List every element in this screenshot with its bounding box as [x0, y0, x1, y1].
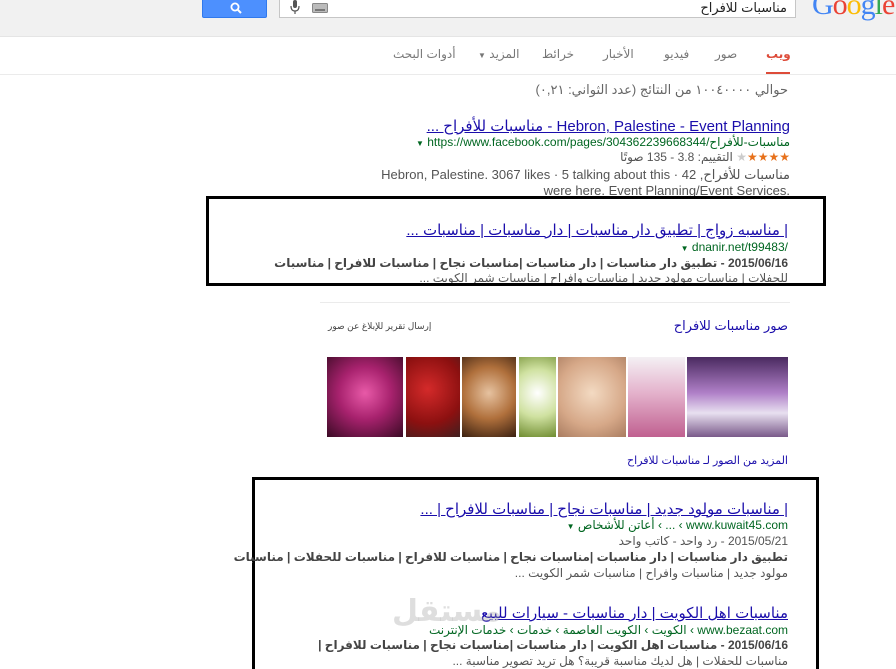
result-stats: حوالي ١٠٠٤٠٠٠٠ من النتائج (عدد الثواني: …	[535, 82, 788, 97]
result-3-date: 2015/05/21 - رد واحد - كاتب واحد	[618, 534, 788, 548]
tab-videos[interactable]: فيديو	[664, 47, 689, 61]
tab-search-tools[interactable]: أدوات البحث	[393, 47, 456, 61]
image-thumb-7[interactable]	[687, 357, 788, 437]
image-thumb-6[interactable]	[628, 357, 685, 437]
microphone-icon[interactable]	[288, 0, 302, 16]
result-4-snippet-2: مناسبات للحفلات | هل لديك مناسبة قريبة؟ …	[452, 654, 788, 668]
tab-web[interactable]: ويب	[766, 47, 791, 61]
image-thumb-2[interactable]	[406, 357, 460, 437]
tab-more-label: المزيد	[489, 47, 520, 61]
dropdown-arrow-icon[interactable]: ▼	[681, 244, 689, 253]
rating-text: التقييم: 3.8 - 135 صوتًا	[620, 150, 733, 164]
tab-news[interactable]: الأخبار	[603, 47, 634, 61]
result-2-title[interactable]: | مناسبه زواج | تطبيق دار مناسبات | دار …	[406, 221, 788, 239]
tab-images[interactable]: صور	[715, 47, 737, 61]
result-3-url[interactable]: www.kuwait45.com › ... › أعاتن للأشخاص ▼	[567, 518, 788, 532]
result-2-url-text: dnanir.net/t99483/	[691, 240, 788, 254]
search-input[interactable]: مناسبات للافراح	[279, 0, 796, 18]
result-3-snippet: تطبيق دار مناسبات | دار مناسبات |مناسبات…	[233, 550, 788, 564]
result-1-title[interactable]: Hebron, Palestine - Event Planning - منا…	[427, 117, 790, 135]
result-1-url-text: https://www.facebook.com/pages/مناسبات-ل…	[427, 135, 790, 149]
result-1-rating: ★★★★★ التقييم: 3.8 - 135 صوتًا	[620, 150, 790, 165]
result-3-snippet-2: مولود جديد | مناسبات وافراح | مناسبات شم…	[514, 566, 788, 580]
result-2-snippet: 2015/06/16 - تطبيق دار مناسبات | دار منا…	[274, 256, 788, 270]
result-1-url[interactable]: ▼ https://www.facebook.com/pages/مناسبات…	[416, 135, 790, 149]
result-3-url-text: www.kuwait45.com › ... › أعاتن للأشخاص	[577, 518, 788, 532]
search-icon	[230, 2, 242, 14]
result-4-snippet: 2015/06/16 - مناسبات اهل الكويت | دار من…	[318, 638, 788, 652]
tab-maps[interactable]: خرائط	[542, 47, 574, 61]
result-1-snippet: مناسبات للأفراح, Hebron, Palestine. 3067…	[381, 167, 790, 182]
result-3-title[interactable]: | مناسبات مولود جديد | مناسبات نجاح | من…	[420, 500, 788, 518]
rating-stars-icon: ★★★★	[746, 150, 790, 164]
images-heading[interactable]: صور مناسبات للافراح	[674, 318, 788, 334]
search-button[interactable]	[202, 0, 267, 18]
google-logo[interactable]: Google	[812, 0, 895, 22]
image-thumb-5[interactable]	[558, 357, 626, 437]
report-images-link[interactable]: إرسال تقرير للإبلاغ عن صور	[328, 321, 431, 332]
search-query[interactable]: مناسبات للافراح	[700, 0, 787, 16]
tab-more[interactable]: ▼ المزيد	[478, 47, 519, 61]
caret-down-icon: ▼	[478, 51, 486, 60]
image-thumb-4[interactable]	[519, 357, 556, 437]
result-2-url[interactable]: ▼ dnanir.net/t99483/	[681, 240, 788, 254]
dropdown-arrow-icon[interactable]: ▼	[567, 522, 575, 531]
keyboard-icon[interactable]	[312, 3, 328, 13]
image-thumb-3[interactable]	[462, 357, 516, 437]
more-images-link[interactable]: المزيد من الصور لـ مناسبات للافراح	[627, 454, 788, 467]
dropdown-arrow-icon[interactable]: ▼	[416, 139, 424, 148]
tabs-divider	[0, 74, 896, 75]
rating-empty-star-icon: ★	[736, 150, 747, 164]
section-divider	[320, 302, 790, 303]
image-thumb-1[interactable]	[327, 357, 403, 437]
result-2-snippet-2: للحفلات | مناسبات مولود جديد | مناسبات و…	[419, 271, 788, 283]
result-4-title[interactable]: مناسبات اهل الكويت | دار مناسبات - سيارا…	[481, 604, 788, 622]
watermark-logo: مستقل	[392, 595, 502, 628]
